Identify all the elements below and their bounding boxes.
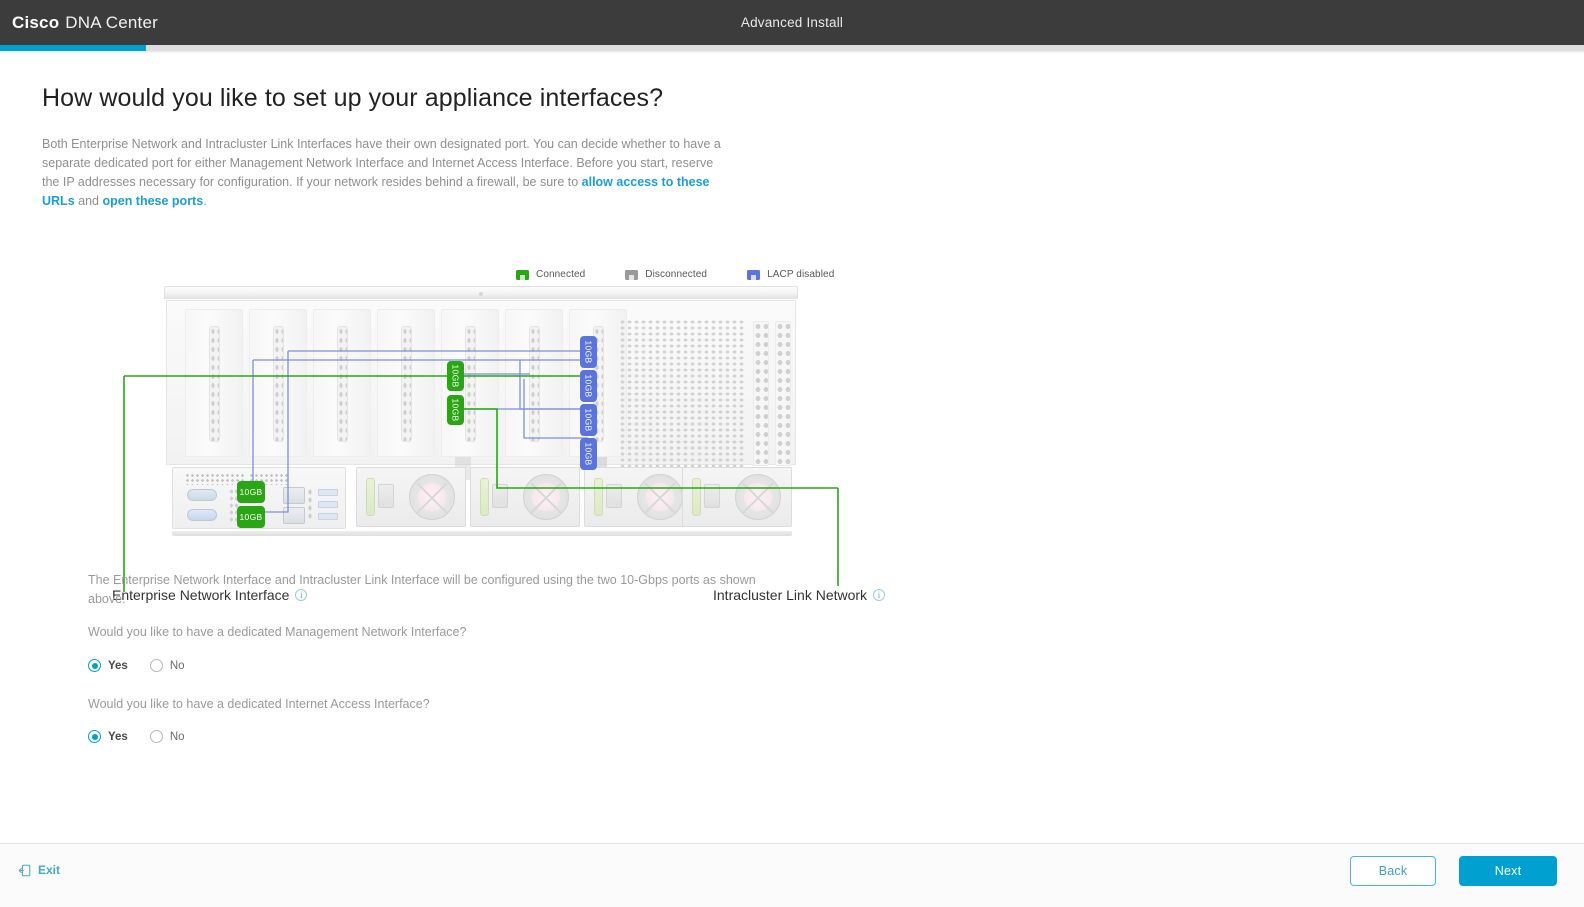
back-button[interactable]: Back [1350,856,1436,886]
configuration-note: The Enterprise Network Interface and Int… [88,573,756,606]
internet-access-question: Would you like to have a dedicated Inter… [88,697,430,711]
management-interface-question: Would you like to have a dedicated Manag… [88,625,467,639]
radio-dot-icon [149,730,163,743]
install-mode-title: Advanced Install [740,15,844,30]
internet-access-radio-group[interactable]: Yes No [88,730,185,743]
intro-text-end: . [203,194,207,208]
app-logo: Cisco DNA Center [12,0,158,45]
top-bar: Advanced Install Cisco DNA Center [0,0,1584,45]
management-no-label: No [169,659,185,672]
wizard-footer: Exit Back Next [0,844,1584,907]
intro-text-mid: and [74,194,103,208]
radio-dot-selected-icon [88,659,101,672]
port-chip-10gb-blue: 10GB [581,405,596,435]
port-chip-10gb-blue: 10GB [581,371,596,401]
management-yes-label: Yes [108,659,128,672]
page-title: How would you like to set up your applia… [42,84,664,112]
exit-label: Exit [38,863,61,877]
port-chip-10gb-green: 10GB [448,396,463,424]
next-button[interactable]: Next [1459,856,1557,886]
exit-button[interactable]: Exit [18,863,60,877]
app-window: Advanced Install Cisco DNA Center How wo… [0,0,1584,907]
port-connector-wires [123,350,839,592]
info-icon[interactable]: i [873,589,886,601]
port-chip-10gb-green: 10GB [238,507,264,527]
management-yes-radio[interactable]: Yes [88,659,128,672]
exit-icon [18,864,31,876]
management-interface-radio-group[interactable]: Yes No [88,659,185,672]
management-no-radio[interactable]: No [149,659,185,672]
port-chip-10gb-blue: 10GB [581,439,596,469]
header-shadow [0,51,1584,54]
open-these-ports-link[interactable]: open these ports [102,194,203,208]
port-chip-10gb-green: 10GB [238,482,264,502]
radio-dot-icon [149,659,163,672]
intro-paragraph: Both Enterprise Network and Intracluster… [42,135,732,211]
internet-yes-radio[interactable]: Yes [88,730,128,743]
port-chip-10gb-green: 10GB [448,362,463,390]
internet-yes-label: Yes [108,730,128,743]
radio-dot-selected-icon [88,730,101,743]
port-chip-10gb-blue: 10GB [581,337,596,367]
appliance-rear-diagram: 10GB 10GB 10GB 10GB 10GB 10GB 10GB 10GB … [0,229,1000,629]
internet-no-label: No [169,730,185,743]
brand-cisco-text: Cisco [12,12,60,32]
brand-product-text: DNA Center [65,12,158,32]
internet-no-radio[interactable]: No [149,730,185,743]
